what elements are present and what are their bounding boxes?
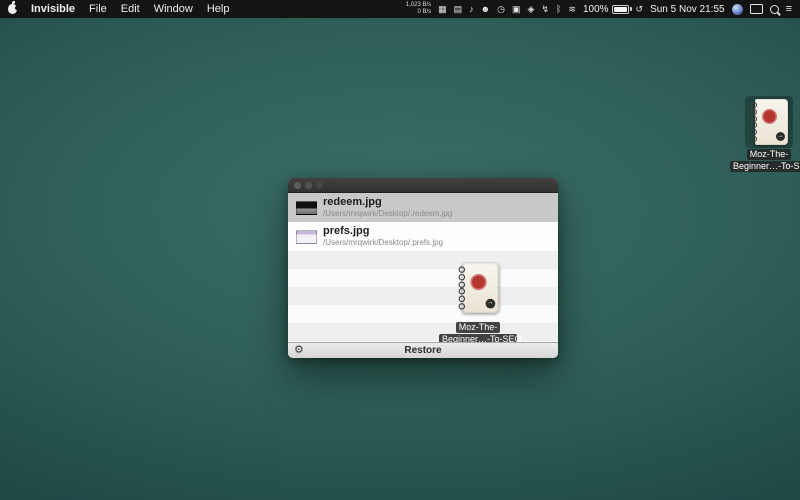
moz-book-icon: [457, 263, 498, 313]
list-item-prefs[interactable]: prefs.jpg /Users/mrqwirk/Desktop/.prefs.…: [288, 222, 558, 251]
menu-edit[interactable]: Edit: [121, 3, 140, 15]
spiral-rings: [459, 266, 467, 309]
file-name: redeem.jpg: [323, 196, 452, 209]
clock-icon[interactable]: ◷: [497, 0, 505, 18]
volume-icon[interactable]: ♪: [469, 0, 474, 18]
battery-percent: 100%: [583, 4, 609, 15]
time-machine-icon[interactable]: ↺: [636, 0, 644, 18]
arrow-icon: [776, 132, 785, 141]
minimize-button[interactable]: [305, 182, 312, 189]
battery-icon: [612, 5, 629, 14]
red-badge-icon: [762, 109, 777, 124]
clipboard-icon[interactable]: ▤: [454, 0, 463, 18]
dragged-file-label-line1: Moz-The-: [456, 322, 501, 333]
desktop-file-label: Moz-The- Beginner…-To-SEO: [730, 148, 800, 172]
file-path: /Users/mrqwirk/Desktop/.prefs.jpg: [323, 238, 443, 248]
gear-icon[interactable]: ⚙: [294, 343, 304, 358]
file-thumbnail: [296, 201, 317, 215]
spiral-rings: [751, 102, 758, 142]
zoom-button[interactable]: [316, 182, 323, 189]
network-speed-menu[interactable]: 1,023 B/s 0 B/s: [406, 2, 431, 16]
battery-status[interactable]: 100%: [583, 4, 629, 15]
menu-help[interactable]: Help: [207, 3, 230, 15]
hidden-files-list: redeem.jpg /Users/mrqwirk/Desktop/.redee…: [288, 193, 558, 342]
file-info: redeem.jpg /Users/mrqwirk/Desktop/.redee…: [323, 196, 452, 219]
menu-bar-status-area: 1,023 B/s 0 B/s ▦ ▤ ♪ ☻ ◷ ▣ ◈ ↯ ᛒ ≋ 100%…: [406, 0, 792, 18]
displays-icon[interactable]: [750, 4, 763, 14]
close-button[interactable]: [294, 182, 301, 189]
desktop-file-label-line2: Beginner…-To-SEO: [730, 161, 800, 172]
desktop-file-label-line1: Moz-The-: [747, 149, 792, 160]
list-item-redeem[interactable]: redeem.jpg /Users/mrqwirk/Desktop/.redee…: [288, 193, 558, 222]
icon-selection-backdrop: [745, 96, 793, 148]
file-path: /Users/mrqwirk/Desktop/.redeem.jpg: [323, 209, 452, 219]
user-icon[interactable]: ☻: [481, 0, 490, 18]
invisible-app-window: redeem.jpg /Users/mrqwirk/Desktop/.redee…: [288, 178, 558, 358]
spotlight-search-icon[interactable]: [770, 5, 779, 14]
menu-file[interactable]: File: [89, 3, 107, 15]
window-titlebar[interactable]: [288, 178, 558, 193]
bluetooth-icon[interactable]: ᛒ: [556, 0, 561, 18]
menu-bar: Invisible File Edit Window Help 1,023 B/…: [0, 0, 800, 18]
siri-icon[interactable]: [732, 4, 743, 15]
package-icon[interactable]: ▣: [512, 0, 521, 18]
file-info: prefs.jpg /Users/mrqwirk/Desktop/.prefs.…: [323, 225, 443, 248]
network-down-speed: 0 B/s: [417, 9, 431, 16]
menu-clock[interactable]: Sun 5 Nov 21:55: [650, 4, 725, 15]
red-badge-icon: [470, 274, 486, 290]
bolt-icon[interactable]: ↯: [541, 0, 549, 18]
desktop: Invisible File Edit Window Help 1,023 B/…: [0, 0, 800, 500]
menu-bar-left: Invisible File Edit Window Help: [8, 3, 229, 15]
file-thumbnail: [296, 230, 317, 244]
notification-center-icon[interactable]: ≡: [786, 3, 792, 15]
window-toolbar: ⚙ Restore: [288, 342, 558, 358]
apple-menu-icon[interactable]: [8, 4, 17, 14]
network-up-speed: 1,023 B/s: [406, 2, 431, 9]
file-name: prefs.jpg: [323, 225, 443, 238]
wifi-icon[interactable]: ≋: [568, 0, 576, 18]
shield-icon[interactable]: ◈: [528, 0, 535, 18]
dragged-file-moz-seo[interactable]: Moz-The- Beginner…-To-SEO: [423, 265, 533, 345]
app-menu-title[interactable]: Invisible: [31, 3, 75, 15]
arrow-icon: [486, 299, 496, 309]
restore-button[interactable]: Restore: [288, 345, 558, 356]
moz-book-icon: [750, 99, 788, 145]
menu-window[interactable]: Window: [154, 3, 193, 15]
desktop-file-moz-seo[interactable]: Moz-The- Beginner…-To-SEO: [738, 96, 800, 172]
graph-icon[interactable]: ▦: [438, 0, 447, 18]
